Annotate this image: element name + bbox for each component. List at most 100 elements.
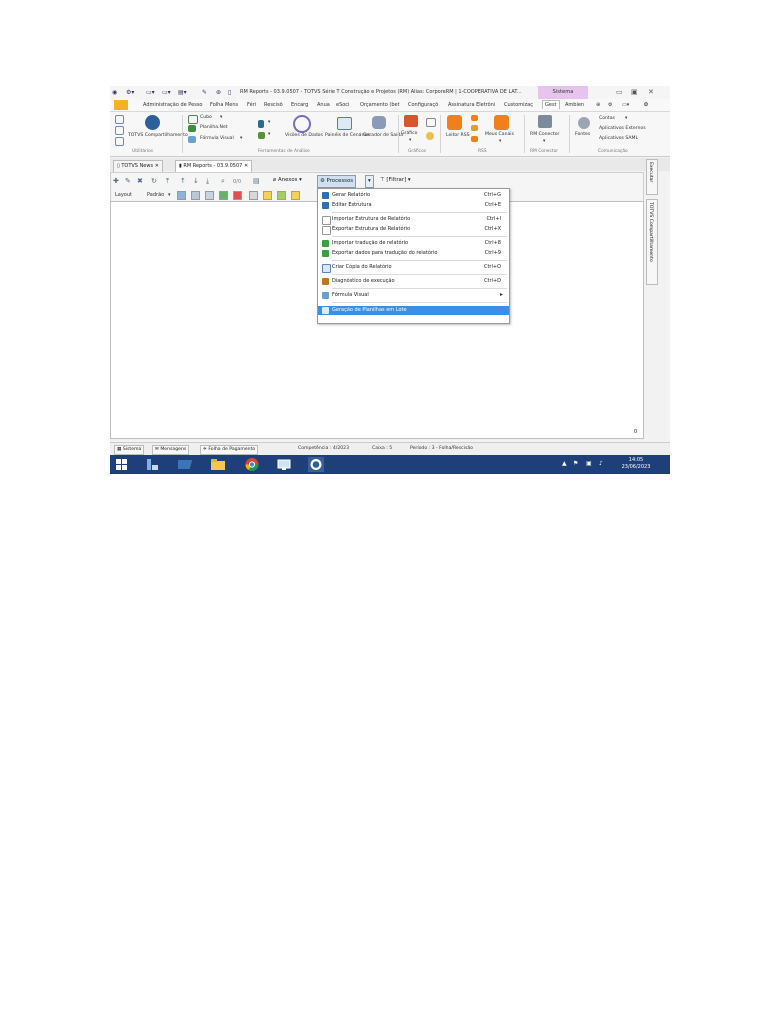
menu-item-geracao-planilhas[interactable]: Geração de Planilhas em Lote xyxy=(318,306,509,315)
filtrar-button[interactable]: ⊤ [Filtrar] ▾ xyxy=(378,175,413,186)
help-icon[interactable]: ⊕ xyxy=(596,102,600,108)
rss-small-icon[interactable] xyxy=(471,115,478,121)
chevron-down-icon[interactable]: ▾ xyxy=(268,120,270,126)
menu-item-orcamento[interactable]: Orçamento (bet xyxy=(360,102,400,108)
context-tab-sistema[interactable]: Sistema xyxy=(538,86,588,99)
executar-tab[interactable]: Executar xyxy=(646,159,658,195)
properties-icon[interactable]: ▤ xyxy=(253,177,260,185)
gerador-de-saida-button[interactable]: Gerador de Saída xyxy=(363,133,403,139)
visoes-search-icon[interactable] xyxy=(293,115,311,133)
chevron-down-icon[interactable]: ▾ xyxy=(543,139,545,145)
layout-icon-9[interactable] xyxy=(291,191,300,200)
home-menu-button[interactable] xyxy=(114,100,128,110)
menu-item-admin[interactable]: Administração de Pesso xyxy=(143,102,203,108)
rm-conector-icon[interactable] xyxy=(538,115,552,128)
menu-item-folha[interactable]: Folha Mens xyxy=(210,102,238,108)
rss-small-icon-2[interactable] xyxy=(471,125,478,131)
app-logo-icon[interactable]: ◉ xyxy=(112,89,117,96)
paineis-de-cenarios-button[interactable]: Painéis de Cenários xyxy=(325,133,370,139)
server-manager-icon[interactable] xyxy=(144,457,160,472)
layout-icon-6[interactable] xyxy=(249,191,258,200)
menu-item-rescisao[interactable]: Rescisõ xyxy=(264,102,283,108)
utility-icon-3[interactable] xyxy=(115,137,124,146)
menu-item-formula-visual[interactable]: Fórmula Visual ▸ xyxy=(318,291,509,300)
menu-item-editar-estrutura[interactable]: Editar Estrutura Ctrl+E xyxy=(318,201,509,210)
tab-rm-reports[interactable]: ▮ RM Reports - 03.9.0507 ✕ xyxy=(175,160,253,172)
chevron-down-icon[interactable]: ▾ xyxy=(240,136,242,142)
utility-icon-2[interactable] xyxy=(115,126,124,135)
grafico-icon[interactable] xyxy=(404,115,418,127)
menu-item-diagnostico[interactable]: Diagnóstico de execução Ctrl+D xyxy=(318,277,509,286)
anexos-button[interactable]: ⌀ Anexos ▾ xyxy=(271,175,304,186)
totvs-compartilhamento-label[interactable]: TOTVS Compartilhamento xyxy=(128,133,188,139)
settings-icon[interactable]: ⚙ xyxy=(608,102,612,108)
layout-icon-7[interactable] xyxy=(263,191,272,200)
menu-item-criar-copia[interactable]: Criar Cópia do Relatório Ctrl+O xyxy=(318,263,509,273)
processos-button[interactable]: ⚙ Processos xyxy=(317,175,357,188)
chevron-down-icon[interactable]: ▾ xyxy=(499,139,501,145)
cubo-icon[interactable] xyxy=(188,115,198,124)
menu-item-assinatura[interactable]: Assinatura Eletrôni xyxy=(448,102,495,108)
tray-network-icon[interactable]: ▣ xyxy=(586,460,592,467)
minimize-icon[interactable]: ▭ xyxy=(616,88,623,96)
first-record-icon[interactable]: ⤒ xyxy=(166,177,169,186)
compartilhamento-tab[interactable]: TOTVS Compartilhamento xyxy=(646,199,658,285)
powershell-icon[interactable] xyxy=(175,457,194,472)
layout-icon[interactable]: ▭▾ xyxy=(622,102,629,108)
menu-item-importar-estrutura[interactable]: Importar Estrutura de Relatório Ctrl+I xyxy=(318,215,509,225)
rm-conector-button[interactable]: RM Conector xyxy=(530,132,559,138)
rss-small-icon-3[interactable] xyxy=(471,136,478,142)
aplicativos-externos-button[interactable]: Aplicativos Externos xyxy=(599,126,646,132)
formula-visual-icon[interactable] xyxy=(188,136,196,143)
close-icon[interactable]: ✕ xyxy=(155,163,159,169)
chevron-down-icon[interactable]: ▾ xyxy=(220,115,222,121)
menu-item-esocial[interactable]: eSoci xyxy=(336,102,349,108)
file-explorer-icon[interactable] xyxy=(210,457,226,472)
quick-window-icon[interactable]: ▭▾ xyxy=(146,89,155,96)
contas-button[interactable]: Contas xyxy=(599,116,615,122)
last-record-icon[interactable]: ⤓ xyxy=(206,177,209,186)
status-sistema-button[interactable]: ▦ Sistema xyxy=(114,445,145,455)
taskbar-clock[interactable]: 14:05 23/06/2023 xyxy=(618,457,654,471)
layout-label[interactable]: Layout xyxy=(115,192,132,198)
menu-item-anual[interactable]: Anua xyxy=(317,102,330,108)
menu-item-customizacao[interactable]: Customizaç xyxy=(504,102,533,108)
menu-item-encargos[interactable]: Encarg xyxy=(291,102,308,108)
info-icon[interactable]: ❂ xyxy=(644,102,648,108)
menu-item-exportar-traducao[interactable]: Exportar dados para tradução do relatóri… xyxy=(318,249,509,258)
status-mensagens-button[interactable]: ✉ Mensagens xyxy=(152,445,190,455)
quick-access-icon[interactable]: ⚙▾ xyxy=(126,89,134,96)
layout-icon-1[interactable] xyxy=(177,191,186,200)
menu-item-gestao[interactable]: Gest xyxy=(542,100,560,109)
chrome-icon[interactable] xyxy=(244,457,260,472)
meus-canais-icon[interactable] xyxy=(494,115,509,130)
layout-icon-4[interactable] xyxy=(219,191,228,200)
chart-small-icon-2[interactable] xyxy=(426,132,434,140)
leitor-rss-button[interactable]: Leitor RSS xyxy=(446,133,470,139)
chevron-down-icon[interactable]: ▾ xyxy=(625,116,627,122)
fontes-icon[interactable] xyxy=(578,117,590,129)
layout-icon-2[interactable] xyxy=(191,191,200,200)
menu-item-gerar-relatorio[interactable]: Gerar Relatório Ctrl+G xyxy=(318,191,509,200)
search-icon[interactable]: ⌕ xyxy=(221,177,225,186)
layout-icon-3[interactable] xyxy=(205,191,214,200)
cubo-button[interactable]: Cubo xyxy=(200,115,212,121)
database-icon[interactable] xyxy=(258,120,264,128)
visoes-de-dados-button[interactable]: Visões de Dados xyxy=(285,133,323,139)
utility-icon-1[interactable] xyxy=(115,115,124,124)
chevron-down-icon[interactable]: ▾ xyxy=(168,192,171,198)
quick-save-icon[interactable]: ▤▾ xyxy=(178,89,187,96)
aplicativos-saml-button[interactable]: Aplicativos SAML xyxy=(599,136,638,142)
layout-icon-8[interactable] xyxy=(277,191,286,200)
chevron-down-icon[interactable]: ▾ xyxy=(409,138,411,144)
layout-icon-5[interactable] xyxy=(233,191,242,200)
close-icon[interactable]: ✕ xyxy=(244,163,248,169)
edit-icon[interactable]: ✎ xyxy=(125,177,131,185)
menu-item-exportar-estrutura[interactable]: Exportar Estrutura de Relatório Ctrl+X xyxy=(318,225,509,235)
gerador-icon[interactable] xyxy=(372,116,386,129)
close-icon[interactable]: ✕ xyxy=(648,88,654,96)
menu-item-ferias[interactable]: Féri xyxy=(247,102,256,108)
menu-item-configuracoes[interactable]: Configuraçõ xyxy=(408,102,438,108)
totvs-compartilhamento-icon[interactable] xyxy=(145,115,160,130)
delete-icon[interactable]: ✖ xyxy=(137,177,143,185)
